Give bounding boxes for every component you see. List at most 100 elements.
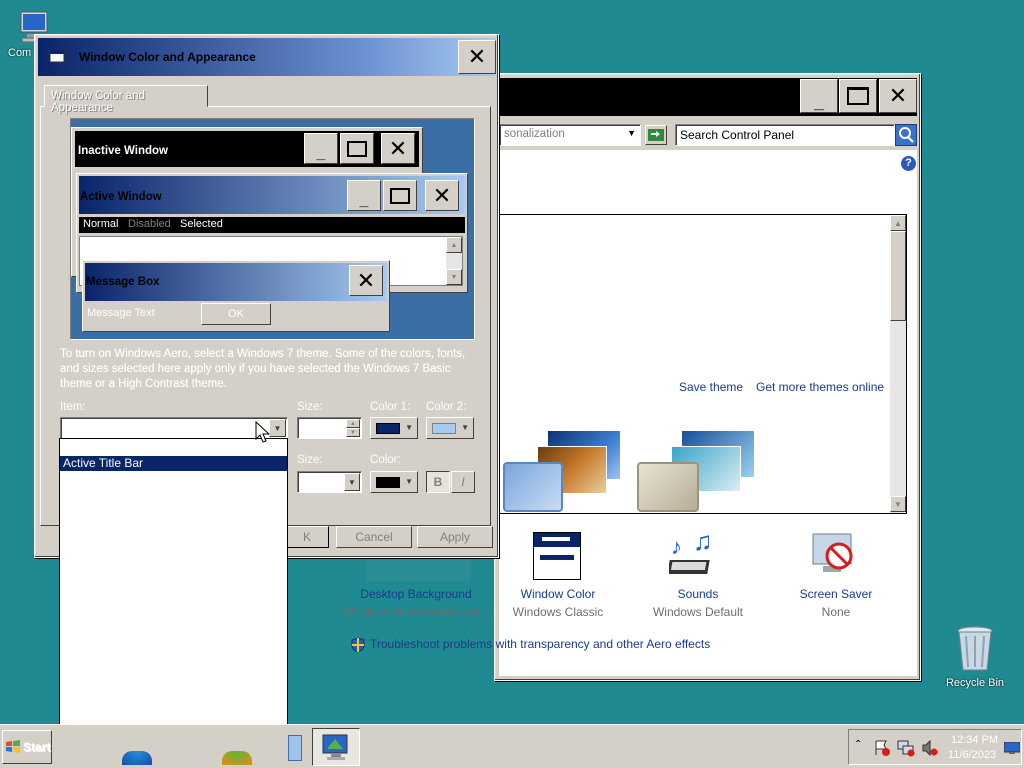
action-center-icon[interactable] xyxy=(873,739,891,757)
window-color-icon[interactable] xyxy=(533,532,581,580)
size-input[interactable]: ▲ ▼ xyxy=(297,417,362,439)
size-label: Size: xyxy=(297,401,323,413)
preview-menu-bar: Normal Disabled Selected xyxy=(79,217,465,233)
preview-maximize-icon xyxy=(340,133,374,164)
active-window-title: Active Window xyxy=(80,191,162,203)
quick-launch-ie-icon[interactable] xyxy=(122,751,152,765)
mouse-cursor-icon xyxy=(255,421,271,443)
dialog-close-button[interactable]: ✕ xyxy=(458,40,496,74)
shield-icon xyxy=(351,637,365,653)
bold-button[interactable]: B xyxy=(426,471,450,493)
font-color-picker[interactable]: ▼ xyxy=(370,471,418,493)
desktop-background-value: Windows-8-consumer-pre... xyxy=(342,605,490,619)
window-color-icon xyxy=(49,49,65,63)
preview-area: Inactive Window _ ✕ Active Window _ ✕ No… xyxy=(70,118,475,340)
help-icon[interactable]: ? xyxy=(901,156,916,171)
item-select[interactable]: ▼ xyxy=(60,417,288,439)
screen-saver-label[interactable]: Screen Saver xyxy=(761,587,911,601)
chevron-down-icon[interactable]: ▼ xyxy=(627,128,636,138)
sounds-icon[interactable]: ♪ ♫ xyxy=(669,530,721,582)
start-button[interactable]: Start xyxy=(2,730,52,764)
close-icon: ✕ xyxy=(888,83,908,108)
menu-disabled: Disabled xyxy=(128,218,171,230)
quick-launch-media-icon[interactable] xyxy=(222,751,252,765)
close-button[interactable]: ✕ xyxy=(879,79,917,113)
display-icon xyxy=(322,734,348,760)
preview-active-close-icon: ✕ xyxy=(425,180,459,211)
message-box-close-icon: ✕ xyxy=(349,265,383,296)
tab-window-color[interactable]: Window Color and Appearance xyxy=(44,85,208,114)
search-input[interactable]: Search Control Panel xyxy=(680,128,794,142)
message-text: Message Text xyxy=(87,307,155,319)
address-bar[interactable]: sonalization ▼ xyxy=(499,124,641,146)
chevron-down-icon: ▼ xyxy=(461,423,469,432)
sounds-value: Windows Default xyxy=(652,605,744,619)
search-button[interactable] xyxy=(895,124,917,146)
color2-picker[interactable]: ▼ xyxy=(426,417,474,439)
get-more-themes-link[interactable]: Get more themes online xyxy=(756,380,884,394)
dialog-title: Window Color and Appearance xyxy=(79,50,256,64)
refresh-icon xyxy=(648,129,664,141)
scroll-down-button[interactable]: ▼ xyxy=(890,496,906,512)
volume-icon[interactable] xyxy=(921,739,939,757)
preview-message-box: Message Box ✕ Message Text OK xyxy=(82,260,390,332)
window-color-value: Windows Classic xyxy=(512,605,604,619)
network-icon[interactable] xyxy=(897,739,915,757)
windows-logo-icon xyxy=(6,740,20,753)
menu-selected: Selected xyxy=(180,218,223,230)
search-box[interactable]: Search Control Panel xyxy=(675,124,895,146)
dropdown-item[interactable] xyxy=(60,439,287,456)
taskbar-personalization-button[interactable] xyxy=(312,728,360,766)
show-desktop-icon[interactable] xyxy=(1004,742,1020,754)
scroll-thumb[interactable] xyxy=(890,231,906,321)
scroll-up-button[interactable]: ▲ xyxy=(890,215,906,231)
preview-close-icon: ✕ xyxy=(381,133,415,164)
sounds-label[interactable]: Sounds xyxy=(623,587,773,601)
tab-label: Window Color and Appearance xyxy=(51,90,145,114)
inactive-window-title: Inactive Window xyxy=(78,145,168,157)
color1-swatch xyxy=(376,423,400,434)
recycle-bin-icon xyxy=(957,626,993,671)
recycle-bin-label: Recycle Bin xyxy=(945,677,1005,689)
font-size-label: Size: xyxy=(297,454,323,466)
quick-launch-explorer-icon[interactable] xyxy=(288,735,302,761)
show-hidden-icons-button[interactable]: ⌃ xyxy=(854,739,862,750)
desktop-background-label[interactable]: Desktop Background xyxy=(341,587,491,601)
theme-thumbnail-1[interactable] xyxy=(503,430,623,512)
save-theme-link[interactable]: Save theme xyxy=(679,380,743,394)
window-color-label[interactable]: Window Color xyxy=(483,587,633,601)
menu-normal: Normal xyxy=(83,218,119,230)
clock-date[interactable]: 11/6/2023 xyxy=(948,749,996,761)
chevron-down-icon: ▼ xyxy=(405,423,413,432)
color2-label: Color 2: xyxy=(426,401,467,413)
chevron-down-icon: ▼ xyxy=(405,477,413,486)
font-size-select[interactable]: ▼ xyxy=(297,471,362,493)
troubleshoot-link[interactable]: Troubleshoot problems with transparency … xyxy=(370,637,710,651)
font-color-label: Color: xyxy=(370,454,401,466)
italic-button[interactable]: I xyxy=(451,471,475,493)
screen-saver-icon[interactable] xyxy=(809,530,861,582)
preview-active-minimize-icon: _ xyxy=(347,180,381,211)
address-text: sonalization xyxy=(504,128,565,140)
maximize-button[interactable] xyxy=(839,79,877,113)
system-tray: ⌃ 12:34 PM 11/6/2023 xyxy=(848,729,1022,765)
color1-picker[interactable]: ▼ xyxy=(370,417,418,439)
theme-thumbnail-2[interactable] xyxy=(637,430,757,512)
recycle-bin-desktop-icon[interactable]: Recycle Bin xyxy=(940,624,1010,689)
refresh-button[interactable] xyxy=(645,125,667,145)
minimize-button[interactable]: _ xyxy=(800,79,838,113)
theme-scrollbar[interactable]: ▲ ▼ xyxy=(890,215,906,513)
item-select-arrow[interactable]: ▼ xyxy=(269,419,286,437)
message-box-title: Message Box xyxy=(86,276,160,288)
taskbar: Start ⌃ 12:34 PM 11/6/2023 xyxy=(0,724,1024,768)
clock-time[interactable]: 12:34 PM xyxy=(951,734,998,746)
font-color-swatch xyxy=(376,477,400,488)
apply-button[interactable]: Apply xyxy=(417,526,493,548)
ok-button[interactable]: K xyxy=(285,526,329,548)
item-dropdown-list[interactable]: Active Title Bar xyxy=(59,438,288,756)
personalization-window: _ ✕ sonalization ▼ Search Control Panel … xyxy=(342,73,921,681)
cancel-button[interactable]: Cancel xyxy=(336,526,412,548)
dropdown-item-active-title-bar[interactable]: Active Title Bar xyxy=(60,456,287,471)
item-label: Item: xyxy=(60,401,86,413)
preview-active-maximize-icon xyxy=(383,180,417,211)
